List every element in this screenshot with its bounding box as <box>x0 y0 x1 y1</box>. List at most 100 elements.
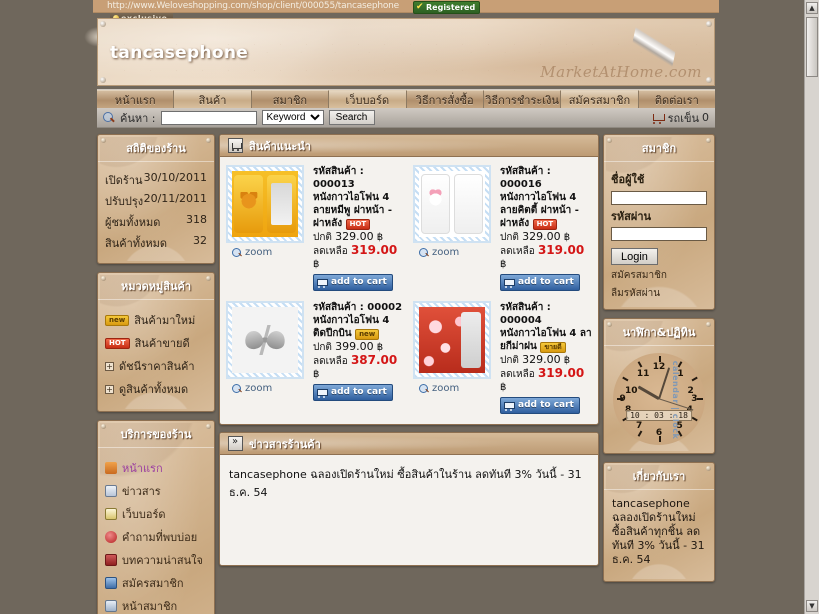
clock-title: นาฬิกา&ปฏิทิน <box>604 319 714 346</box>
category-item-bestseller[interactable]: HOT สินค้าขายดี <box>105 334 207 352</box>
service-label: ข่าวสาร <box>122 485 161 498</box>
nav-item-member[interactable]: สมาชิก <box>251 90 330 108</box>
service-item-news[interactable]: ข่าวสาร <box>105 482 207 500</box>
currency-symbol: ฿ <box>376 232 384 243</box>
service-item-home[interactable]: หน้าแรก <box>105 459 207 477</box>
product-code-line: รหัสสินค้า : 000013 <box>313 165 405 191</box>
service-item-member-page[interactable]: หน้าสมาชิก <box>105 597 207 614</box>
product-thumbnail[interactable] <box>413 301 491 379</box>
add-to-cart-button[interactable]: add to cart <box>313 274 393 291</box>
product-code-line: รหัสสินค้า : 000016 <box>500 165 592 191</box>
pin-icon <box>706 138 711 143</box>
service-item-register[interactable]: สมัครสมาชิก <box>105 574 207 592</box>
zoom-link[interactable]: zoom <box>226 383 308 394</box>
search-input[interactable] <box>160 110 257 125</box>
product-thumbnail[interactable] <box>226 301 304 379</box>
product-card[interactable]: zoom รหัสสินค้า : 000013 หนังกาวไอโฟน 4 … <box>222 163 409 299</box>
clock-number: 3 <box>691 394 698 404</box>
cart-icon <box>228 138 243 153</box>
registered-label: Registered <box>426 3 476 12</box>
sale-price-label: ลดเหลือ <box>313 356 348 367</box>
product-card[interactable]: zoom รหัสสินค้า : 000016 หนังกาวไอโฟน 4 … <box>409 163 596 299</box>
category-title: หมวดหมู่สินค้า <box>98 273 214 300</box>
sale-price-value: 319.00 <box>537 243 585 257</box>
watermark-text: MarketAtHome.com <box>540 63 702 81</box>
password-input[interactable] <box>611 227 707 241</box>
sale-price-label: ลดเหลือ <box>500 369 535 380</box>
add-to-cart-label: add to cart <box>518 277 574 287</box>
currency-symbol: ฿ <box>313 259 320 270</box>
nav-item-how-to-order[interactable]: วิธีการสั่งซื้อ <box>406 90 484 108</box>
category-item-price-index[interactable]: + ดัชนีราคาสินค้า <box>105 357 207 375</box>
category-panel: หมวดหมู่สินค้า new สินค้ามาใหม่ HOT สินค… <box>97 272 215 412</box>
pin-icon <box>206 138 211 143</box>
service-item-webboard[interactable]: เว็บบอร์ด <box>105 505 207 523</box>
nav-item-how-to-pay[interactable]: วิธีการชำระเงิน <box>483 90 562 108</box>
normal-price-label: ปกติ <box>313 232 332 243</box>
pin-icon <box>101 138 106 143</box>
register-link[interactable]: สมัครสมาชิก <box>611 268 707 283</box>
cart-icon <box>652 112 665 124</box>
login-button[interactable]: Login <box>611 248 658 265</box>
forgot-password-link[interactable]: ลืมรหัสผ่าน <box>611 286 707 301</box>
add-to-cart-button[interactable]: add to cart <box>313 384 393 401</box>
digital-time: 10 : 03 : 18 <box>626 410 692 422</box>
scrollbar-thumb[interactable] <box>806 17 818 77</box>
zoom-icon <box>232 383 242 394</box>
stat-key: สินค้าทั้งหมด <box>105 237 168 250</box>
product-card[interactable]: zoom รหัสสินค้า : 000004 หนังกาวไอโฟน 4 … <box>409 299 596 422</box>
add-to-cart-label: add to cart <box>518 400 574 410</box>
product-code-label: รหัสสินค้า : <box>313 302 364 313</box>
cart-status[interactable]: รถเข็น 0 <box>652 109 709 127</box>
service-label: หน้าสมาชิก <box>122 600 178 613</box>
browser-scrollbar[interactable]: ▲ ▼ <box>804 0 819 614</box>
login-panel: สมาชิก ชื่อผู้ใช้ รหัสผ่าน Login สมัครสม… <box>603 134 715 310</box>
login-body: ชื่อผู้ใช้ รหัสผ่าน Login สมัครสมาชิก ลื… <box>604 162 714 309</box>
service-label: หน้าแรก <box>122 462 163 475</box>
product-thumbnail[interactable] <box>226 165 304 243</box>
zoom-link[interactable]: zoom <box>413 383 495 394</box>
category-label: ดัชนีราคาสินค้า <box>119 360 195 373</box>
add-to-cart-button[interactable]: add to cart <box>500 397 580 414</box>
product-sale-price: ลดเหลือ 319.00 ฿ <box>313 244 405 271</box>
zoom-link[interactable]: zoom <box>226 247 308 258</box>
category-item-new[interactable]: new สินค้ามาใหม่ <box>105 311 207 329</box>
normal-price-value: 329.00 <box>335 230 374 243</box>
zoom-link[interactable]: zoom <box>413 247 495 258</box>
normal-price-label: ปกติ <box>500 355 519 366</box>
plus-icon: + <box>105 384 114 394</box>
news-title: ข่าวสารร้านค้า <box>249 437 321 451</box>
search-bar: ค้นหา : Keyword Search รถเข็น 0 <box>97 108 715 128</box>
shop-stats-body: เปิดร้าน 30/10/2011 ปรับปรุง 20/11/2011 … <box>98 162 214 263</box>
nav-item-home[interactable]: หน้าแรก <box>97 90 175 108</box>
search-mode-select[interactable]: Keyword <box>261 110 324 125</box>
scroll-down-arrow[interactable]: ▼ <box>806 600 818 612</box>
register-icon <box>105 577 117 589</box>
search-button[interactable]: Search <box>328 110 375 125</box>
nav-item-products[interactable]: สินค้า <box>174 90 252 108</box>
plus-icon: + <box>105 361 114 371</box>
nav-item-register[interactable]: สมัครสมาชิก <box>561 90 639 108</box>
sale-price-value: 319.00 <box>537 366 585 380</box>
nav-item-webboard[interactable]: เว็บบอร์ด <box>329 90 407 108</box>
product-thumbnail[interactable] <box>413 165 491 243</box>
nav-item-contact[interactable]: ติดต่อเรา <box>638 90 715 108</box>
zoom-label: zoom <box>432 383 460 394</box>
product-photo <box>419 171 485 237</box>
cart-icon <box>504 401 515 411</box>
category-item-view-all[interactable]: + ดูสินค้าทั้งหมด <box>105 380 207 398</box>
product-image-wrap: zoom <box>226 301 308 414</box>
add-to-cart-button[interactable]: add to cart <box>500 274 580 291</box>
service-item-articles[interactable]: บทความน่าสนใจ <box>105 551 207 569</box>
corner-screw-icon <box>706 21 712 27</box>
username-input[interactable] <box>611 190 707 205</box>
scroll-up-arrow[interactable]: ▲ <box>806 2 818 14</box>
zoom-icon <box>419 383 429 394</box>
member-icon <box>105 600 117 612</box>
product-card[interactable]: zoom รหัสสินค้า : 00002 หนังกาวไอโฟน 4 ต… <box>222 299 409 422</box>
product-normal-price: ปกติ 329.00 ฿ <box>313 230 405 244</box>
service-item-faq[interactable]: คำถามที่พบบ่อย <box>105 528 207 546</box>
content-columns: สถิติของร้าน เปิดร้าน 30/10/2011 ปรับปรุ… <box>93 128 719 614</box>
corner-screw-icon <box>706 77 712 83</box>
article-icon <box>105 554 117 566</box>
